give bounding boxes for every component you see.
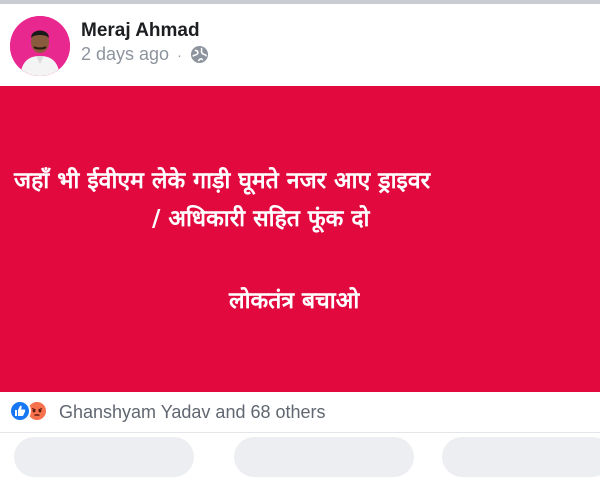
post-text-line-3: लोकतंत्र बचाओ xyxy=(229,288,360,314)
meta-separator: · xyxy=(177,46,182,63)
share-button[interactable] xyxy=(442,437,600,477)
author-avatar[interactable] xyxy=(10,16,70,76)
author-name[interactable]: Meraj Ahmad xyxy=(81,20,200,42)
comment-button[interactable] xyxy=(234,437,414,477)
post-text-card[interactable] xyxy=(0,86,600,392)
post-header: Meraj Ahmad 2 days ago · xyxy=(0,4,600,86)
action-bar xyxy=(0,433,600,477)
reactions-bar: Ghanshyam Yadav and 68 others xyxy=(0,392,600,433)
avatar-person-icon xyxy=(10,16,70,76)
reaction-summary[interactable]: Ghanshyam Yadav and 68 others xyxy=(59,402,326,423)
post-timestamp[interactable]: 2 days ago xyxy=(81,44,169,65)
like-button[interactable] xyxy=(14,437,194,477)
post-text-line-2: / अधिकारी सहित फूंक दो xyxy=(152,206,370,232)
like-icon xyxy=(9,400,31,422)
reaction-icons[interactable] xyxy=(9,400,57,422)
post-meta: 2 days ago · xyxy=(81,44,209,65)
post-text-line-1: जहाँ भी ईवीएम लेके गाड़ी घूमते नजर आए ड्… xyxy=(14,168,431,194)
globe-icon[interactable] xyxy=(190,45,209,64)
